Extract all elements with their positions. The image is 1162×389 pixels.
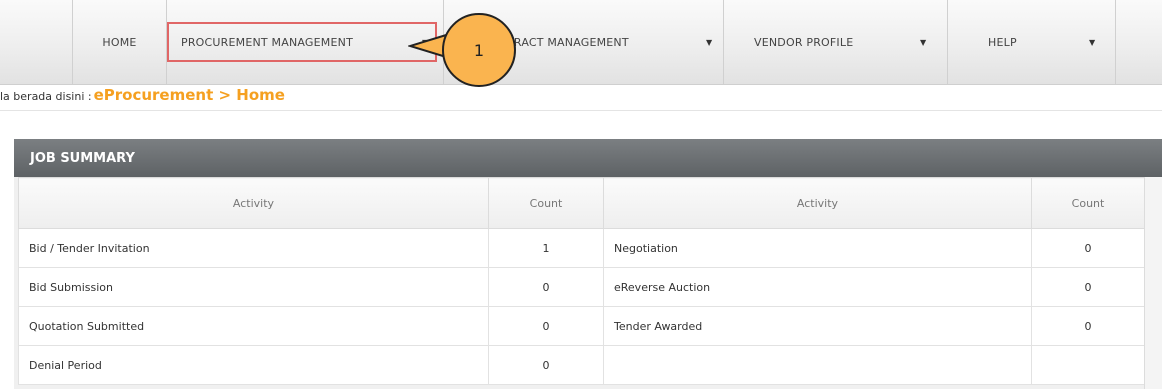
table-row: Quotation Submitted 0 Tender Awarded 0 bbox=[18, 306, 1145, 346]
breadcrumb: la berada disini : eProcurement > Home bbox=[0, 86, 285, 106]
empty-cell bbox=[1031, 345, 1145, 385]
column-header-count: Count bbox=[1031, 177, 1145, 229]
chevron-down-icon: ▼ bbox=[706, 38, 713, 47]
column-header-activity: Activity bbox=[18, 177, 489, 229]
nav-home-label: HOME bbox=[102, 35, 137, 49]
activity-cell: Denial Period bbox=[18, 345, 489, 385]
callout-marker: 1 bbox=[442, 13, 516, 87]
count-link[interactable]: 0 bbox=[488, 267, 604, 307]
breadcrumb-prefix: la berada disini : bbox=[0, 90, 92, 103]
chevron-down-icon: ▼ bbox=[1089, 38, 1096, 47]
count-link[interactable]: 0 bbox=[1031, 267, 1145, 307]
column-header-activity: Activity bbox=[603, 177, 1032, 229]
nav-help-label: HELP bbox=[988, 35, 1017, 49]
nav-divider bbox=[1115, 0, 1116, 84]
nav-home[interactable]: HOME bbox=[72, 0, 166, 84]
nav-contract-label: TRACT MANAGEMENT bbox=[507, 35, 629, 49]
activity-cell: Bid / Tender Invitation bbox=[18, 228, 489, 268]
panel-edge bbox=[1144, 177, 1162, 389]
activity-cell: Tender Awarded bbox=[603, 306, 1032, 346]
highlight-box bbox=[167, 22, 437, 62]
table-row: Denial Period 0 bbox=[18, 345, 1145, 385]
table-header-row: Activity Count Activity Count bbox=[18, 177, 1145, 229]
nav-vendor-label: VENDOR PROFILE bbox=[754, 35, 854, 49]
job-summary-table: Activity Count Activity Count Bid / Tend… bbox=[18, 177, 1145, 385]
chevron-down-icon: ▼ bbox=[920, 38, 927, 47]
column-header-count: Count bbox=[488, 177, 604, 229]
nav-help[interactable]: HELP ▼ bbox=[947, 0, 1115, 84]
divider bbox=[0, 110, 1162, 111]
table-row: Bid / Tender Invitation 1 Negotiation 0 bbox=[18, 228, 1145, 268]
count-link[interactable]: 0 bbox=[1031, 228, 1145, 268]
table-row: Bid Submission 0 eReverse Auction 0 bbox=[18, 267, 1145, 307]
empty-cell bbox=[603, 345, 1032, 385]
count-link[interactable]: 0 bbox=[488, 345, 604, 385]
count-link[interactable]: 0 bbox=[488, 306, 604, 346]
nav-vendor-profile[interactable]: VENDOR PROFILE ▼ bbox=[723, 0, 947, 84]
count-link[interactable]: 0 bbox=[1031, 306, 1145, 346]
job-summary-title: JOB SUMMARY bbox=[30, 150, 135, 166]
callout-number: 1 bbox=[473, 40, 485, 60]
breadcrumb-path: eProcurement > Home bbox=[93, 86, 285, 104]
activity-cell: Negotiation bbox=[603, 228, 1032, 268]
job-summary-panel: JOB SUMMARY Activity Count Activity Coun… bbox=[14, 139, 1162, 389]
activity-cell: eReverse Auction bbox=[603, 267, 1032, 307]
count-link[interactable]: 1 bbox=[488, 228, 604, 268]
activity-cell: Quotation Submitted bbox=[18, 306, 489, 346]
activity-cell: Bid Submission bbox=[18, 267, 489, 307]
job-summary-header: JOB SUMMARY bbox=[14, 139, 1162, 177]
